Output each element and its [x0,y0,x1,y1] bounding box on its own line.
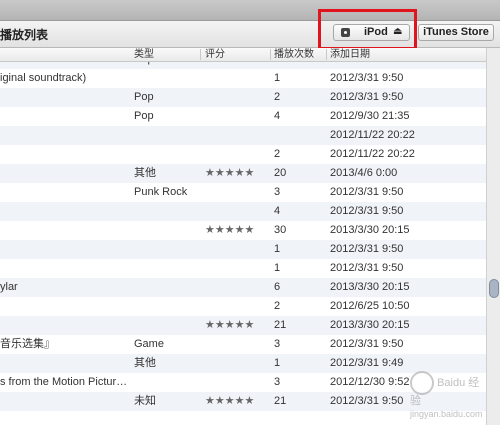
table-row[interactable]: 1 2012/3/31 9:50 [0,240,486,259]
cell-rating[interactable]: ★★★★★ [205,221,254,240]
itunes-store-button[interactable]: iTunes Store [418,24,494,41]
table-row[interactable]: ylar 6 2013/3/30 20:15 [0,278,486,297]
cell-rating[interactable]: ★★★★★ [205,316,254,335]
table-row[interactable]: Pop 2 2012/3/31 9:50 [0,88,486,107]
column-header-plays[interactable]: 播放次数 [274,48,314,61]
cell-type: Pop/Punk [134,62,182,69]
cell-plays: 6 [274,281,281,293]
column-divider[interactable] [326,49,327,60]
table-row[interactable]: 2 2012/11/22 20:22 [0,145,486,164]
cell-name: s from the Motion Pictur… [0,376,128,388]
cell-date: 2013/4/6 0:00 [330,167,398,179]
cell-date: 2013/3/30 20:15 [330,224,410,236]
cell-plays: 4 [274,205,281,217]
table-row[interactable]: 4 2012/3/31 9:50 [0,202,486,221]
cell-plays: 30 [274,224,287,236]
cell-type: 其他 [134,167,156,179]
cell-date: 2013/3/30 20:15 [330,319,410,331]
cell-type: Punk Rock [134,186,188,198]
cell-date: 2012/3/31 9:50 [330,395,404,407]
table-row[interactable]: ★★★★★ 30 2013/3/30 20:15 [0,221,486,240]
table-row[interactable]: 2 2012/6/25 10:50 [0,297,486,316]
cell-plays: 21 [274,319,287,331]
cell-plays: 1 [274,72,281,84]
column-header: 类型 评分 播放次数 添加日期 [0,48,486,62]
cell-date: 2012/11/22 20:22 [330,148,415,160]
table-row[interactable]: 音乐选集』 Game 3 2012/3/31 9:50 [0,335,486,354]
cell-date: 2012/6/25 10:50 [330,300,410,312]
cell-plays: 3 [274,186,281,198]
watermark: Baidu 经验 jingyan.baidu.com [410,371,490,419]
cell-date: 2012/3/31 9:50 [330,243,404,255]
cell-date: 2012/3/31 9:50 [330,186,404,198]
cell-plays: 1 [274,262,281,274]
cell-type: Pop [134,91,154,103]
table-row[interactable]: iginal soundtrack) 1 2012/3/31 9:50 [0,69,486,88]
cell-date: 2012/11/22 20:22 [330,129,415,141]
watermark-sub: jingyan.baidu.com [410,409,483,419]
cell-date: 2012/12/30 9:52 [330,376,410,388]
table-row[interactable]: Pop/Punk 2012/3/31 9:50 [0,62,486,69]
cell-name: 音乐选集』 [0,338,55,350]
table-row[interactable]: 1 2012/3/31 9:50 [0,259,486,278]
scrollbar-thumb[interactable] [489,279,499,298]
cell-rating[interactable]: ★★★★★ [205,392,254,411]
cell-type: Game [134,338,164,350]
table-row[interactable]: Pop 4 2012/9/30 21:35 [0,107,486,126]
cell-date: 2012/3/31 9:50 [330,91,404,103]
window-top-bar [0,0,500,21]
table-row[interactable]: ★★★★★ 21 2013/3/30 20:15 [0,316,486,335]
cell-plays: 2 [274,91,281,103]
highlight-box [318,9,417,50]
table-row[interactable]: 2012/11/22 20:22 [0,126,486,145]
cell-date: 2012/3/31 9:50 [330,338,404,350]
cell-plays: 2 [274,148,281,160]
cell-date: 2012/3/31 9:50 [330,205,404,217]
cell-date: 2012/3/31 9:50 [330,72,404,84]
cell-plays: 1 [274,243,281,255]
cell-date: 2012/9/30 21:35 [330,110,410,122]
vertical-scrollbar[interactable] [486,48,500,425]
cell-type: 未知 [134,395,156,407]
cell-plays: 21 [274,395,287,407]
cell-plays: 3 [274,338,281,350]
cell-plays: 20 [274,167,287,179]
page-title: 播放列表 [0,28,49,42]
column-header-rating[interactable]: 评分 [205,48,225,61]
cell-plays: 2 [274,300,281,312]
column-divider[interactable] [270,49,271,60]
column-header-type[interactable]: 类型 [134,48,154,61]
table-row[interactable]: Punk Rock 3 2012/3/31 9:50 [0,183,486,202]
cell-name: iginal soundtrack) [0,72,87,84]
cell-date: 2013/3/30 20:15 [330,281,410,293]
cell-rating[interactable]: ★★★★★ [205,164,254,183]
column-divider[interactable] [200,49,201,60]
watermark-logo-icon [410,371,434,395]
cell-date: 2012/3/31 9:49 [330,357,404,369]
cell-date: 2012/3/31 9:50 [330,62,403,69]
cell-plays: 4 [274,110,281,122]
cell-name: ylar [0,281,18,293]
column-header-date[interactable]: 添加日期 [330,48,370,61]
cell-plays: 3 [274,376,281,388]
cell-type: 其他 [134,357,156,369]
cell-date: 2012/3/31 9:50 [330,262,404,274]
cell-plays: 1 [274,357,281,369]
cell-type: Pop [134,110,154,122]
table-row[interactable]: 其他 ★★★★★ 20 2013/4/6 0:00 [0,164,486,183]
